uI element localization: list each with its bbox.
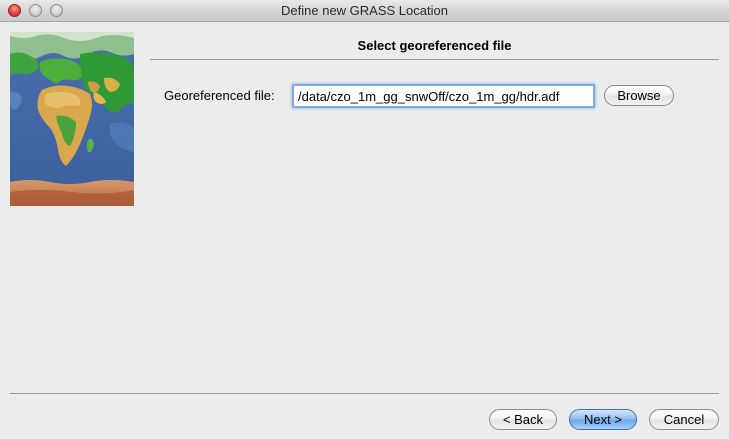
wizard-window: Define new GRASS Location Select georefe… xyxy=(0,0,729,439)
next-button[interactable]: Next > xyxy=(569,409,637,430)
cancel-button[interactable]: Cancel xyxy=(649,409,719,430)
title-bar[interactable]: Define new GRASS Location xyxy=(0,0,729,22)
footer-divider xyxy=(10,393,719,394)
header-divider xyxy=(150,59,719,60)
back-button[interactable]: < Back xyxy=(489,409,557,430)
world-map-image xyxy=(10,32,134,206)
georeferenced-file-input[interactable] xyxy=(292,84,595,108)
page-title: Select georeferenced file xyxy=(357,38,512,53)
georeferenced-file-label: Georeferenced file: xyxy=(164,88,275,103)
window-title: Define new GRASS Location xyxy=(281,3,448,18)
browse-button[interactable]: Browse xyxy=(604,85,674,106)
